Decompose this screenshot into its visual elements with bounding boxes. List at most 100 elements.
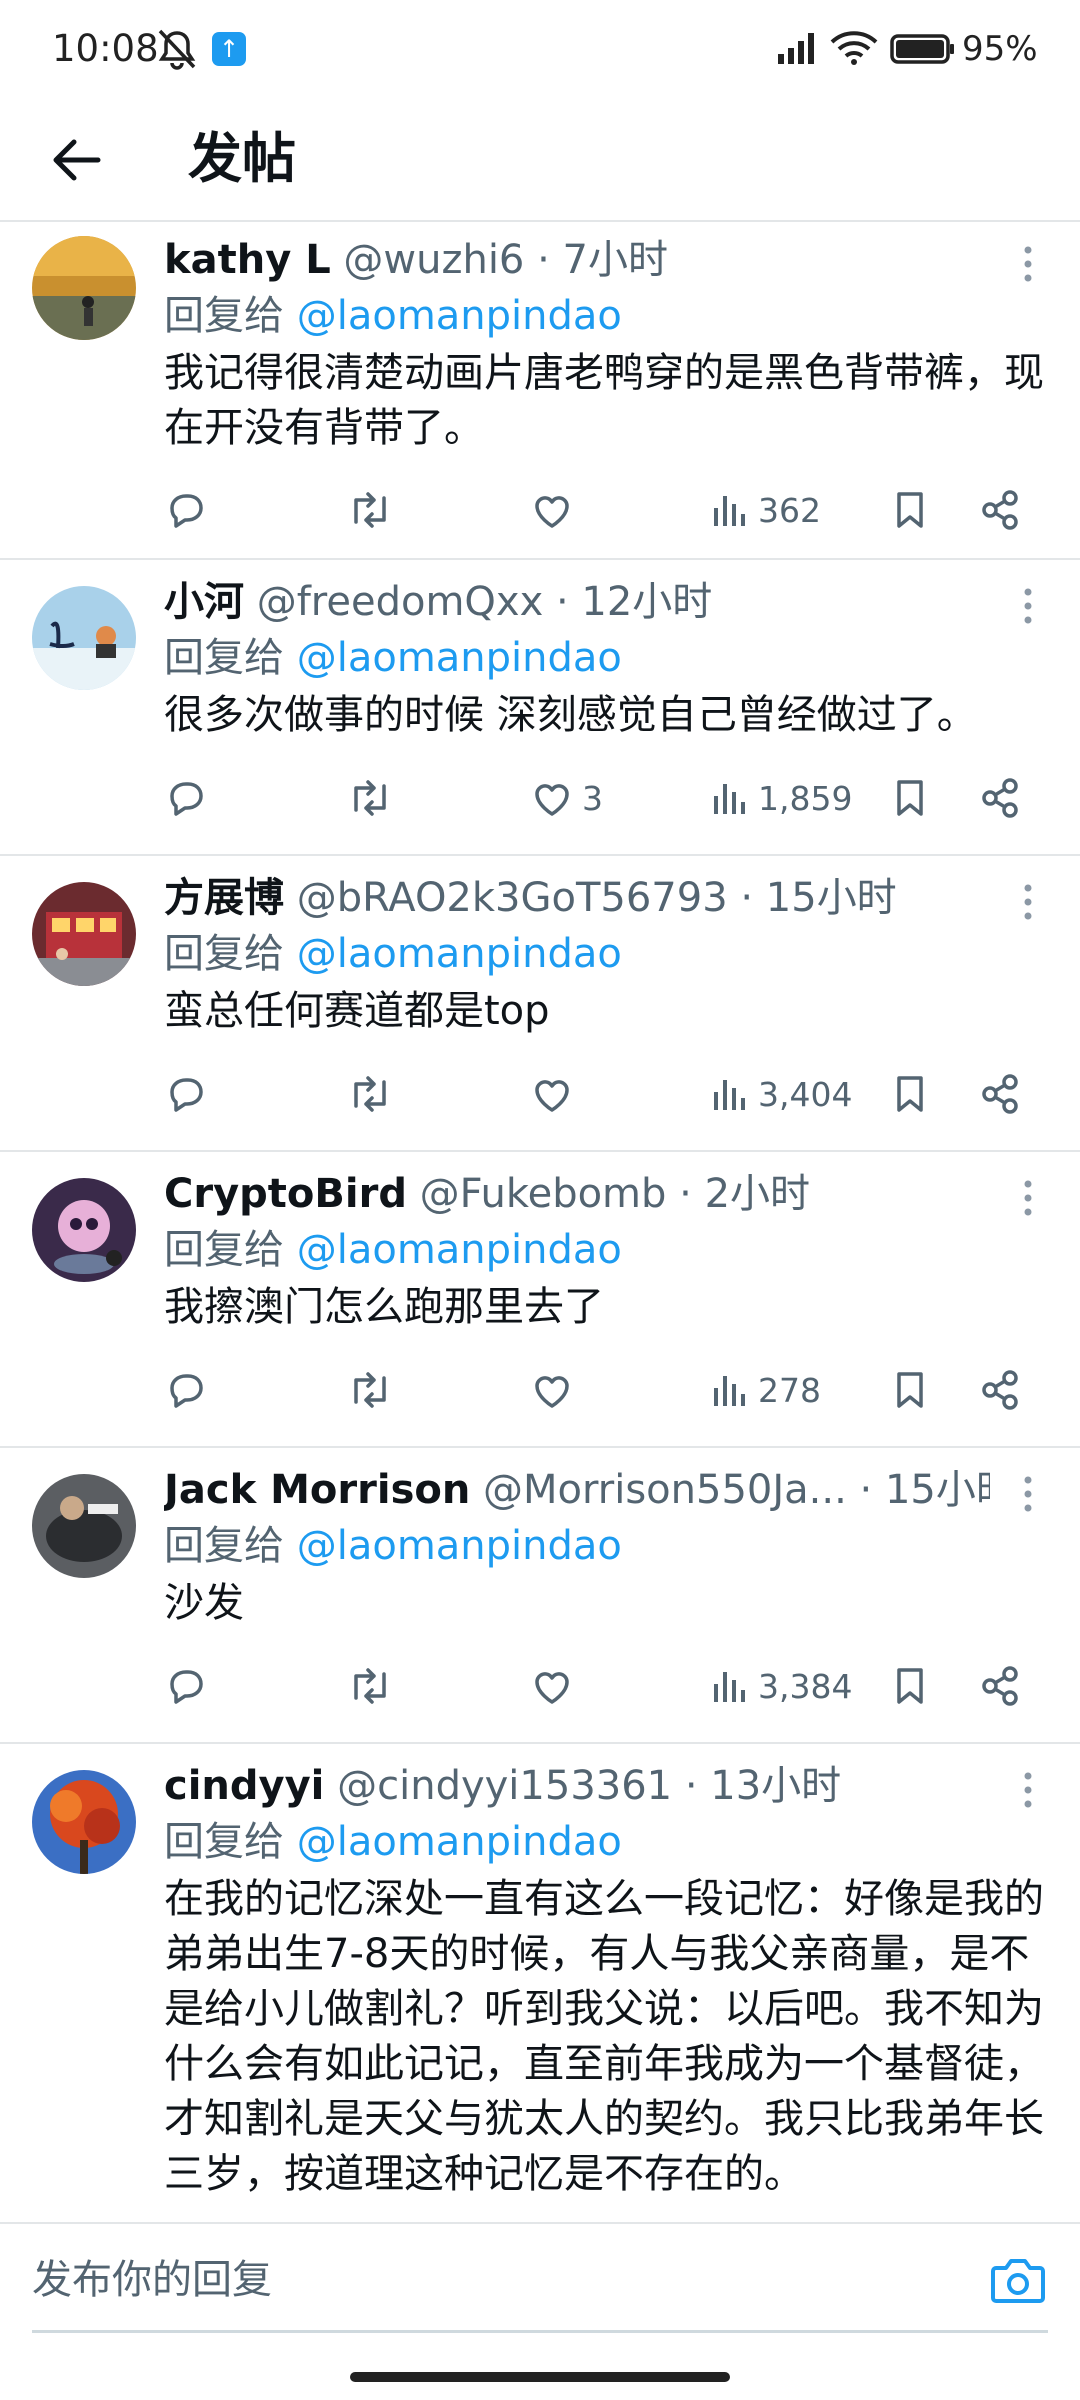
more-options-icon[interactable] (1016, 240, 1040, 288)
author-name[interactable]: CryptoBird (164, 1171, 407, 1217)
post-time: · 7小时 (537, 237, 668, 283)
reply-header: cindyyi @cindyyi153361 · 13小时 (164, 1758, 990, 1814)
reply-header: CryptoBird @Fukebomb · 2小时 (164, 1166, 990, 1222)
views-button[interactable]: 3,404 (710, 1064, 852, 1124)
reply-to-mention[interactable]: @laomanpindao (297, 635, 622, 681)
views-count: 3,384 (758, 1666, 853, 1706)
reply-to-line: 回复给 @laomanpindao (164, 630, 622, 686)
reply-to-mention[interactable]: @laomanpindao (297, 1819, 622, 1865)
author-name[interactable]: kathy L (164, 237, 331, 283)
heart-icon (535, 1672, 569, 1704)
share-button[interactable] (978, 480, 1022, 540)
reply-to-label: 回复给 (164, 293, 284, 339)
author-handle[interactable]: @bRAO2k3GoT56793 (297, 875, 728, 921)
more-options-icon[interactable] (1016, 1470, 1040, 1518)
reply-text: 我记得很清楚动画片唐老鸭穿的是黑色背带裤，现在开没有背带了。 (164, 350, 1044, 451)
reply-feed[interactable]: kathy L @wuzhi6 · 7小时 回复给 @laomanpindao … (0, 224, 1080, 2220)
author-handle[interactable]: @freedomQxx (257, 579, 544, 625)
reply-item[interactable]: 方展博 @bRAO2k3GoT56793 · 15小时 回复给 @laomanp… (0, 856, 1080, 1152)
views-button[interactable]: 3,384 (710, 1656, 852, 1716)
reply-icon (170, 782, 203, 816)
back-arrow-icon[interactable] (44, 128, 108, 192)
reply-to-label: 回复给 (164, 635, 284, 681)
avatar[interactable] (32, 236, 136, 340)
author-handle[interactable]: @cindyyi153361 (337, 1763, 672, 1809)
reply-to-label: 回复给 (164, 1523, 284, 1569)
reply-button[interactable] (164, 1064, 208, 1124)
bookmark-icon (897, 1372, 923, 1408)
author-name[interactable]: Jack Morrison (164, 1467, 470, 1513)
heart-icon (535, 1080, 569, 1112)
views-count: 3,404 (758, 1074, 853, 1114)
action-bar: 3,404 (0, 1064, 1080, 1124)
heart-icon (535, 784, 569, 816)
reply-to-line: 回复给 @laomanpindao (164, 1222, 622, 1278)
bookmark-button[interactable] (890, 1360, 930, 1420)
mute-icon (154, 27, 200, 75)
reply-button[interactable] (164, 1360, 208, 1420)
reply-item[interactable]: cindyyi @cindyyi153361 · 13小时 回复给 @laoma… (0, 1744, 1080, 2220)
composer-underline (32, 2330, 1048, 2333)
views-icon (714, 784, 745, 814)
reply-item[interactable]: Jack Morrison @Morrison550Ja... · 15小时 回… (0, 1448, 1080, 1744)
reply-to-mention[interactable]: @laomanpindao (297, 1227, 622, 1273)
retweet-icon (354, 492, 386, 528)
reply-to-mention[interactable]: @laomanpindao (297, 1523, 622, 1569)
reply-input[interactable]: 发布你的回复 (32, 2250, 272, 2310)
author-handle[interactable]: @Morrison550Ja... (483, 1467, 847, 1513)
retweet-button[interactable] (346, 768, 394, 828)
reply-icon (170, 1078, 203, 1112)
retweet-button[interactable] (346, 480, 394, 540)
share-button[interactable] (978, 1360, 1022, 1420)
reply-composer[interactable]: 发布你的回复 (0, 2222, 1080, 2342)
bookmark-button[interactable] (890, 480, 930, 540)
reply-button[interactable] (164, 768, 208, 828)
share-icon (982, 1370, 1018, 1410)
avatar[interactable] (32, 1474, 136, 1578)
avatar[interactable] (32, 882, 136, 986)
avatar[interactable] (32, 1770, 136, 1874)
reply-to-mention[interactable]: @laomanpindao (297, 931, 622, 977)
home-indicator[interactable] (350, 2372, 730, 2382)
more-options-icon[interactable] (1016, 1174, 1040, 1222)
reply-item[interactable]: kathy L @wuzhi6 · 7小时 回复给 @laomanpindao … (0, 224, 1080, 560)
like-button[interactable] (530, 1360, 582, 1420)
reply-icon (170, 1670, 203, 1704)
author-name[interactable]: 方展博 (164, 875, 284, 921)
like-button[interactable] (530, 1064, 582, 1124)
author-name[interactable]: 小河 (164, 579, 244, 625)
bookmark-button[interactable] (890, 768, 930, 828)
views-button[interactable]: 362 (710, 480, 821, 540)
reply-text: 很多次做事的时候 深刻感觉自己曾经做过了。 (164, 692, 977, 738)
like-button[interactable] (530, 1656, 582, 1716)
author-name[interactable]: cindyyi (164, 1763, 324, 1809)
share-button[interactable] (978, 768, 1022, 828)
like-button[interactable] (530, 480, 582, 540)
views-button[interactable]: 1,859 (710, 768, 852, 828)
views-count: 278 (758, 1370, 821, 1410)
reply-button[interactable] (164, 1656, 208, 1716)
retweet-button[interactable] (346, 1656, 394, 1716)
bookmark-button[interactable] (890, 1656, 930, 1716)
avatar[interactable] (32, 586, 136, 690)
share-button[interactable] (978, 1656, 1022, 1716)
bookmark-button[interactable] (890, 1064, 930, 1124)
retweet-button[interactable] (346, 1360, 394, 1420)
more-options-icon[interactable] (1016, 1766, 1040, 1814)
camera-icon[interactable] (990, 2254, 1046, 2310)
views-button[interactable]: 278 (710, 1360, 821, 1420)
avatar[interactable] (32, 1178, 136, 1282)
retweet-button[interactable] (346, 1064, 394, 1124)
author-handle[interactable]: @wuzhi6 (343, 237, 524, 283)
reply-header: Jack Morrison @Morrison550Ja... · 15小时 (164, 1462, 990, 1518)
more-options-icon[interactable] (1016, 582, 1040, 630)
share-button[interactable] (978, 1064, 1022, 1124)
like-button[interactable]: 3 (530, 768, 603, 828)
reply-button[interactable] (164, 480, 208, 540)
author-handle[interactable]: @Fukebomb (420, 1171, 667, 1217)
reply-to-mention[interactable]: @laomanpindao (297, 293, 622, 339)
more-options-icon[interactable] (1016, 878, 1040, 926)
reply-item[interactable]: 小河 @freedomQxx · 12小时 回复给 @laomanpindao … (0, 560, 1080, 856)
reply-item[interactable]: CryptoBird @Fukebomb · 2小时 回复给 @laomanpi… (0, 1152, 1080, 1448)
reply-text: 在我的记忆深处一直有这么一段记忆：好像是我的弟弟出生7-8天的时候，有人与我父亲… (164, 1876, 1044, 2197)
